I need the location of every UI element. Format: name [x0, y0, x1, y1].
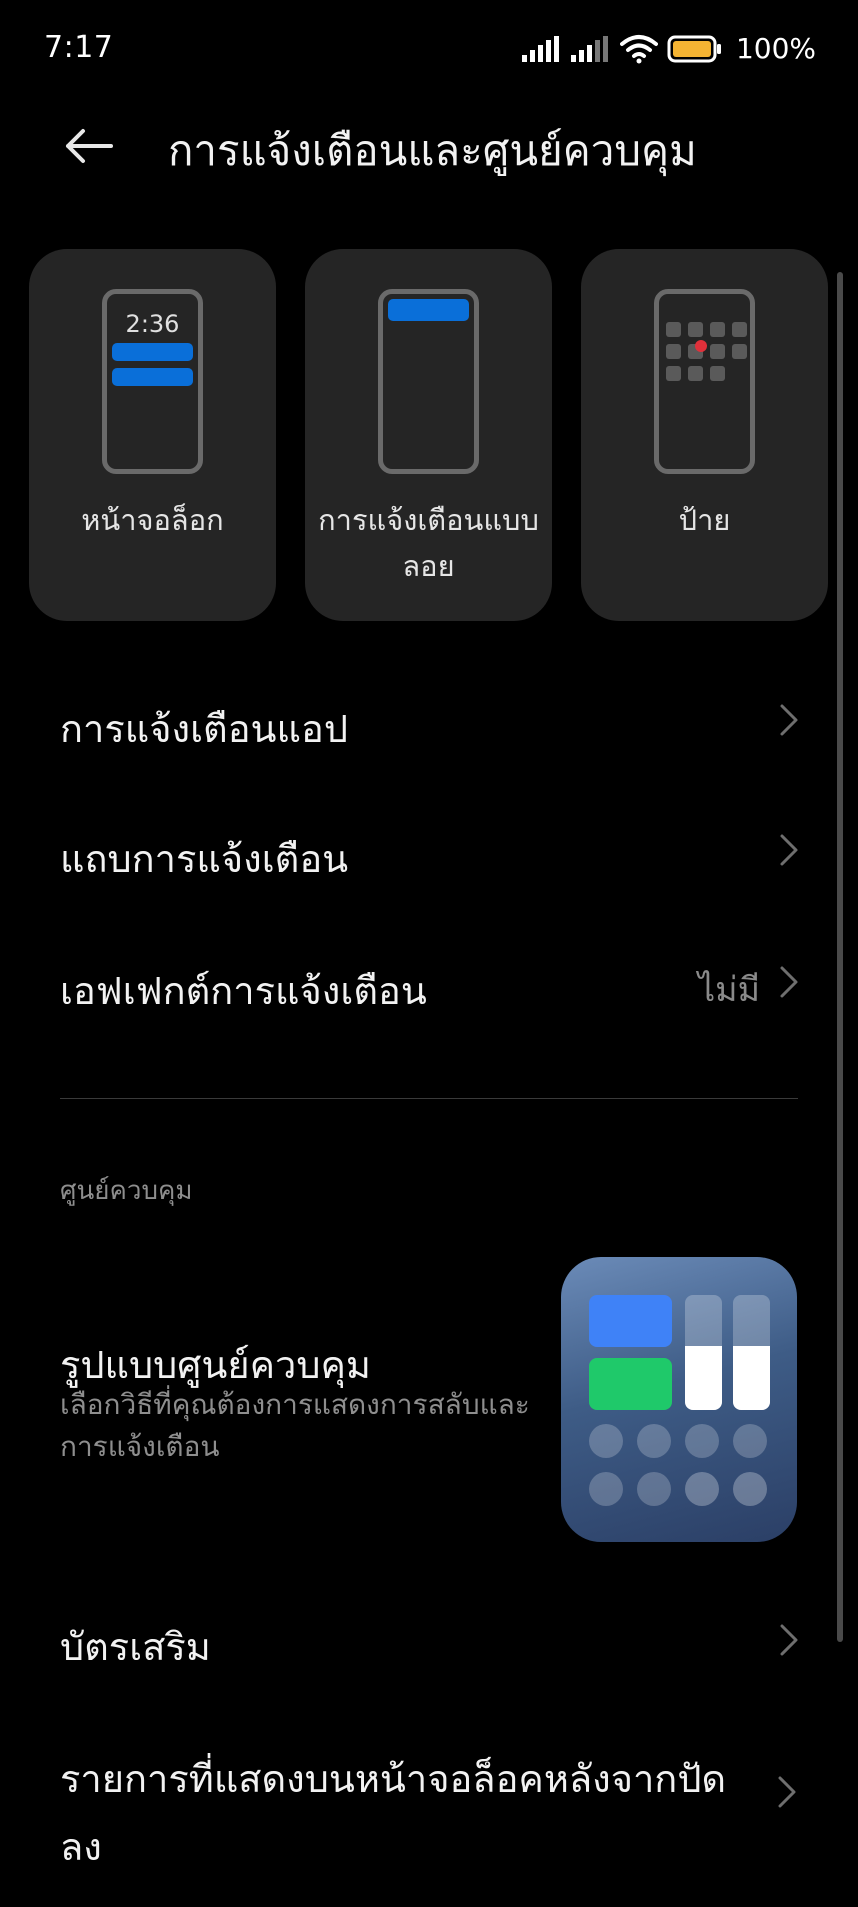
lockscreen-items-label: รายการที่แสดงบนหน้าจอล็อคหลังจากปัดลง — [60, 1757, 727, 1869]
lockscreen-style-card[interactable]: 2:36 หน้าจอล็อก — [29, 249, 276, 621]
status-icons: 100% — [521, 32, 816, 65]
floating-notification-card[interactable]: การแจ้งเตือนแบบลอย — [305, 249, 552, 621]
status-bar: 7:17 100% — [0, 0, 858, 100]
signal-strength-icon — [521, 35, 559, 62]
app-notifications-row[interactable]: การแจ้งเตือนแอป — [0, 680, 830, 780]
chevron-right-icon — [780, 834, 798, 866]
phone-preview: 2:36 — [102, 289, 203, 474]
badge-style-card[interactable]: ป้าย — [581, 249, 828, 621]
signal-strength-2-icon — [570, 35, 608, 62]
badge-dot-icon — [695, 340, 707, 352]
card-label: การแจ้งเตือนแบบลอย — [318, 503, 539, 583]
row-label: บัตรเสริม — [60, 1625, 211, 1669]
back-button[interactable] — [56, 114, 120, 178]
chevron-right-icon — [778, 1776, 796, 1808]
accessories-row[interactable]: บัตรเสริม — [0, 1590, 830, 1690]
row-label: การแจ้งเตือนแอป — [60, 707, 348, 751]
back-arrow-icon — [66, 129, 113, 163]
notification-effects-row[interactable]: เอฟเฟกต์การแจ้งเตือน ไม่มี — [0, 942, 830, 1042]
preview-floating-banner — [388, 299, 469, 321]
preview-tile-green — [589, 1358, 672, 1410]
card-label: ป้าย — [678, 503, 731, 537]
preview-toggle-grid — [589, 1424, 767, 1506]
phone-preview — [654, 289, 755, 474]
chevron-right-icon — [780, 966, 798, 998]
page-title: การแจ้งเตือนและศูนย์ควบคุม — [168, 126, 697, 175]
header: การแจ้งเตือนและศูนย์ควบคุม — [0, 100, 858, 220]
card-label: หน้าจอล็อก — [81, 503, 224, 537]
section-divider — [60, 1098, 798, 1099]
control-center-preview[interactable] — [561, 1257, 797, 1542]
preview-notification-bar — [112, 343, 193, 361]
notification-style-cards: 2:36 หน้าจอล็อก การแจ้งเตือนแบบลอย ป้าย — [29, 249, 829, 621]
phone-preview — [378, 289, 479, 474]
preview-slider-volume — [733, 1295, 770, 1410]
scrollbar[interactable] — [837, 272, 843, 1642]
preview-time: 2:36 — [125, 310, 180, 338]
row-label: แถบการแจ้งเตือน — [60, 837, 349, 881]
chevron-right-icon — [780, 1624, 798, 1656]
battery-icon — [667, 35, 721, 62]
wifi-icon — [619, 34, 658, 63]
section-header: ศูนย์ควบคุม — [60, 1176, 193, 1206]
control-center-style-description: เลือกวิธีที่คุณต้องการแสดงการสลับและการแ… — [60, 1388, 530, 1463]
row-value: ไม่มี — [698, 970, 760, 1010]
screen: 7:17 100% การแจ้งเตือนและศูนย์ควบคุม 2:3… — [0, 0, 858, 1907]
battery-percent: 100% — [735, 32, 816, 65]
preview-slider-brightness — [685, 1295, 722, 1410]
chevron-right-icon — [780, 704, 798, 736]
preview-tile-blue — [589, 1295, 672, 1347]
preview-notification-bar — [112, 368, 193, 386]
status-time: 7:17 — [44, 30, 114, 65]
preview-app-grid — [666, 322, 747, 381]
notification-shade-row[interactable]: แถบการแจ้งเตือน — [0, 810, 830, 910]
row-label: เอฟเฟกต์การแจ้งเตือน — [60, 969, 427, 1013]
